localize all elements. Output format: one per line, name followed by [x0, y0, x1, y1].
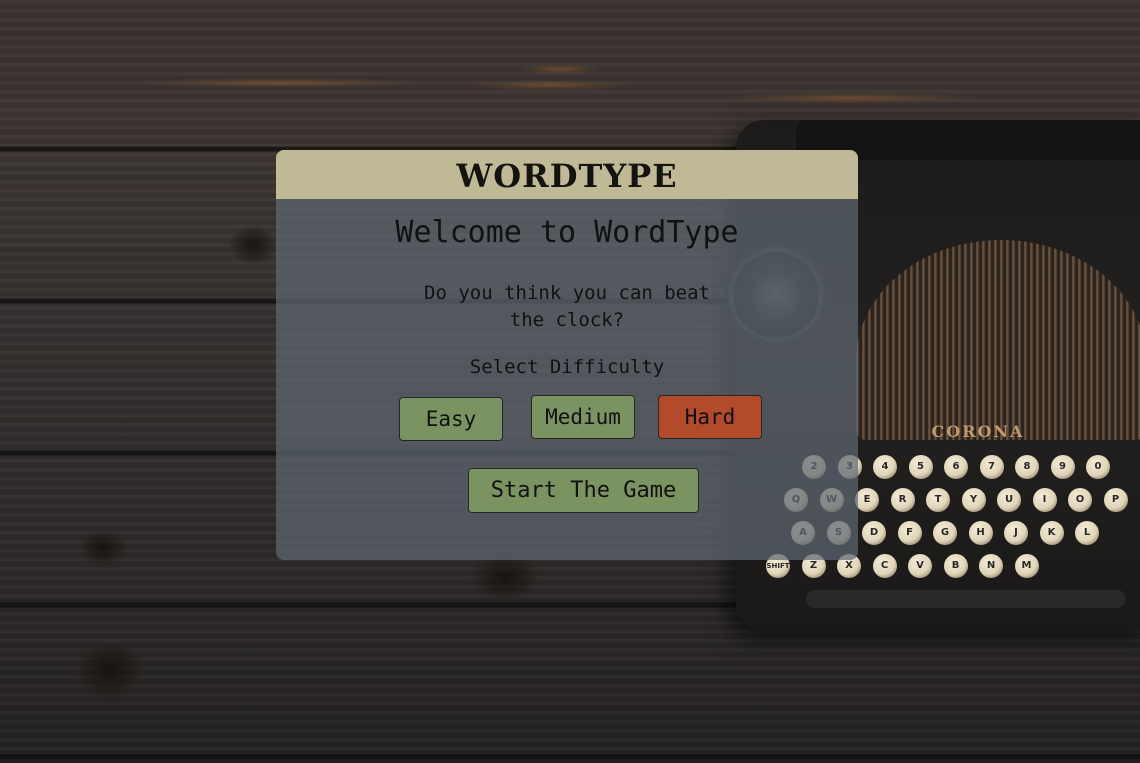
typewriter-key: L — [1075, 521, 1099, 545]
wood-knot-decoration — [228, 225, 278, 265]
typewriter-key: J — [1004, 521, 1028, 545]
medium-button[interactable]: Medium — [531, 395, 635, 439]
typewriter-key: H — [968, 521, 993, 545]
wood-knot-decoration — [75, 640, 145, 700]
wood-grain-decoration — [720, 93, 980, 103]
typewriter-key: F — [897, 521, 922, 545]
wood-knot-decoration — [78, 530, 128, 566]
typewriter-key: 4 — [873, 455, 897, 479]
dialog-header: WORDTYPE — [276, 150, 858, 199]
typewriter-key: 5 — [908, 455, 933, 479]
typewriter-typebars — [856, 240, 1140, 440]
typewriter-key: 7 — [979, 455, 1004, 479]
typewriter-key: T — [926, 488, 950, 512]
typewriter-key: D — [862, 521, 886, 545]
difficulty-label: Select Difficulty — [469, 356, 665, 378]
typewriter-key: Y — [961, 488, 986, 512]
start-game-button[interactable]: Start The Game — [468, 468, 699, 513]
typewriter-key: U — [997, 488, 1021, 512]
welcome-heading: Welcome to WordType — [395, 215, 739, 250]
typewriter-key: 0 — [1086, 455, 1110, 479]
typewriter-key: C — [872, 554, 897, 578]
typewriter-brand: CORONA — [931, 422, 1025, 441]
easy-button[interactable]: Easy — [399, 397, 503, 441]
typewriter-key: E — [855, 488, 879, 512]
typewriter-key: R — [890, 488, 915, 512]
typewriter-key: M — [1014, 554, 1039, 578]
typewriter-key: 6 — [944, 455, 968, 479]
typewriter-spacebar — [806, 590, 1126, 608]
typewriter-key: V — [908, 554, 932, 578]
typewriter-key: B — [943, 554, 968, 578]
wood-grain-decoration — [470, 80, 630, 90]
typewriter-key: O — [1068, 488, 1092, 512]
typewriter-key: P — [1103, 488, 1128, 512]
app-logo: WORDTYPE — [456, 156, 678, 195]
typewriter-key: K — [1039, 521, 1064, 545]
welcome-dialog: WORDTYPE Welcome to WordType Do you thin… — [276, 150, 858, 560]
typewriter-key: 8 — [1015, 455, 1039, 479]
typewriter-key: G — [933, 521, 957, 545]
typewriter-key: 9 — [1050, 455, 1075, 479]
wood-grain-decoration — [140, 78, 420, 88]
subtitle-text: Do you think you can beat the clock? — [424, 282, 710, 331]
wood-grain-decoration — [520, 64, 600, 74]
typewriter-key: I — [1032, 488, 1057, 512]
typewriter-key: N — [979, 554, 1003, 578]
hard-button[interactable]: Hard — [658, 395, 762, 439]
